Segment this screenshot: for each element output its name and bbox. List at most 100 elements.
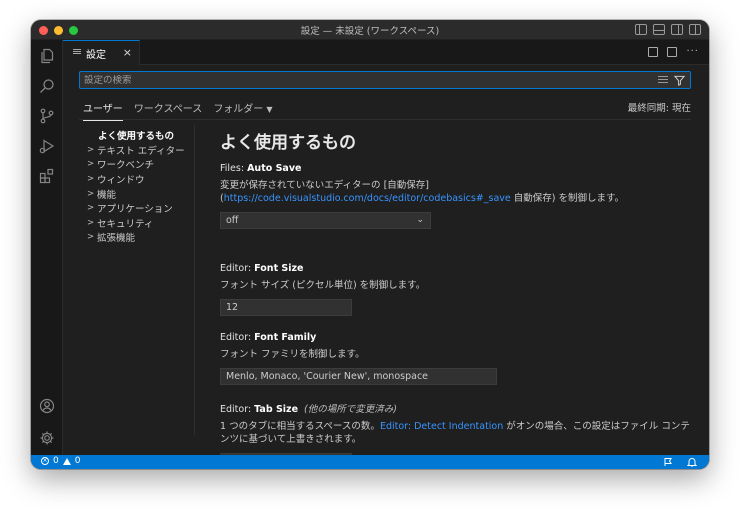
setting-name: Tab Size [254, 404, 299, 415]
error-icon: × [41, 457, 49, 465]
setting-category: Files: [220, 163, 248, 174]
sync-status: 最終同期: 現在 [627, 103, 691, 114]
feedback-icon[interactable] [663, 457, 673, 467]
setting-name: Auto Save [247, 163, 302, 174]
close-window-button[interactable] [39, 26, 48, 35]
minimize-window-button[interactable] [54, 26, 63, 35]
chevron-down-icon: ⌄ [416, 215, 424, 225]
warning-icon [62, 457, 71, 465]
settings-scope-tabs: ユーザー ワークスペース フォルダー ▼ [83, 100, 272, 121]
chevron-right-icon: > [87, 144, 95, 155]
chevron-right-icon: > [87, 188, 95, 199]
auto-save-docs-link[interactable]: https://code.visualstudio.com/docs/edito… [224, 193, 511, 204]
settings-file-icon [73, 49, 81, 57]
setting-title: Editor: Font Size [220, 263, 695, 274]
toc-item[interactable]: > テキスト エディター [87, 143, 197, 158]
font-family-input[interactable]: Menlo, Monaco, 'Courier New', monospace [220, 368, 497, 385]
auto-save-dropdown[interactable]: off ⌄ [220, 212, 431, 229]
customize-layout-icon[interactable] [689, 24, 701, 35]
run-debug-icon[interactable] [39, 138, 55, 154]
setting-name: Font Size [254, 263, 304, 274]
error-count: 0 [53, 456, 59, 466]
close-tab-icon[interactable]: × [123, 47, 132, 59]
font-size-input[interactable]: 12 [220, 299, 352, 316]
settings-search-input[interactable] [84, 74, 644, 86]
setting-auto-save: Files: Auto Save 変更が保存されていないエディターの [自動保存… [220, 163, 695, 229]
modified-elsewhere-indicator[interactable]: (他の場所で変更済み) [304, 404, 397, 415]
chevron-right-icon: > [87, 159, 95, 170]
tab-user[interactable]: ユーザー [83, 100, 123, 121]
toc-item-commonly-used[interactable]: よく使用するもの [87, 128, 197, 143]
setting-title: Editor: Font Family [220, 332, 695, 343]
problems-indicator[interactable]: × 0 0 [41, 456, 80, 466]
editor-actions: ··· [648, 47, 699, 57]
vscode-window: 設定 — 未設定 (ワークスペース) 設定 × ··· 設定の検索 ユーザー ワ… [31, 20, 709, 469]
split-editor-icon[interactable] [667, 47, 678, 57]
chevron-right-icon: > [87, 174, 95, 185]
window-controls [39, 26, 78, 35]
tab-label: 設定 [86, 49, 106, 61]
tab-workspace[interactable]: ワークスペース [134, 100, 203, 121]
toc-item-label: 機能 [97, 189, 117, 201]
toc-item-label: ワークベンチ [97, 160, 155, 172]
warning-count: 0 [74, 456, 81, 466]
tab-folder[interactable]: フォルダー ▼ [213, 100, 272, 121]
manage-gear-icon[interactable] [39, 430, 55, 446]
status-bar: × 0 0 [31, 455, 709, 469]
chevron-right-icon: > [87, 217, 95, 228]
setting-description: 1 つのタブに相当するスペースの数。Editor: Detect Indenta… [220, 420, 695, 446]
setting-title: Files: Auto Save [220, 163, 695, 174]
clear-filter-icon[interactable] [658, 76, 668, 84]
toc-item[interactable]: > アプリケーション [87, 201, 197, 216]
setting-description: フォント サイズ (ピクセル単位) を制御します。 [220, 280, 426, 291]
toc-item[interactable]: > ワークベンチ [87, 157, 197, 172]
window-title: 設定 — 未設定 (ワークスペース) [300, 25, 440, 37]
toc-item-label: セキュリティ [97, 218, 154, 230]
maximize-window-button[interactable] [69, 26, 78, 35]
search-icon[interactable] [39, 78, 55, 94]
toggle-secondary-sidebar-icon[interactable] [671, 24, 683, 35]
detect-indentation-link[interactable]: Editor: Detect Indentation [380, 421, 503, 432]
layout-controls [635, 24, 701, 35]
editor-tab-bar: 設定 × ··· [63, 40, 709, 65]
settings-toc: よく使用するもの > テキスト エディター > ワークベンチ > ウィンドウ > 機能 … [87, 128, 197, 245]
desc-text: 1 つのタブに相当するスペースの数。 [220, 421, 380, 432]
toc-item[interactable]: > 拡張機能 [87, 230, 197, 245]
dropdown-value: off [226, 215, 239, 226]
chevron-down-icon: ▼ [266, 105, 273, 114]
settings-list: よく使用するもの Files: Auto Save 変更が保存されていないエディ… [220, 125, 695, 469]
setting-title: Editor: Tab Size (他の場所で変更済み) [220, 401, 695, 415]
tab-settings[interactable]: 設定 × [63, 40, 140, 65]
activity-bar [31, 40, 63, 455]
accounts-icon[interactable] [39, 398, 55, 414]
open-settings-json-icon[interactable] [648, 47, 659, 57]
toc-item[interactable]: > 機能 [87, 186, 197, 201]
explorer-icon[interactable] [39, 48, 55, 64]
notifications-bell-icon[interactable] [687, 457, 697, 467]
setting-font-size: Editor: Font Size フォント サイズ (ピクセル単位) を制御し… [220, 263, 695, 316]
toggle-primary-sidebar-icon[interactable] [635, 24, 647, 35]
more-actions-icon[interactable]: ··· [686, 47, 699, 57]
toggle-panel-icon[interactable] [653, 24, 665, 35]
toc-item[interactable]: > セキュリティ [87, 216, 197, 231]
toc-item[interactable]: > ウィンドウ [87, 172, 197, 187]
filter-icon[interactable] [673, 75, 686, 89]
toc-item-label: テキスト エディター [97, 145, 185, 157]
toc-item-label: 拡張機能 [97, 233, 136, 245]
chevron-right-icon: > [87, 232, 95, 243]
source-control-icon[interactable] [39, 108, 55, 124]
setting-category: Editor: [220, 263, 255, 274]
toc-item-label: ウィンドウ [97, 175, 145, 187]
desc-text: 自動保存) を制御します。 [510, 193, 625, 204]
header-divider [79, 119, 691, 120]
setting-category: Editor: [220, 332, 255, 343]
toc-item-label: アプリケーション [97, 204, 173, 216]
setting-name: Font Family [254, 332, 317, 343]
chevron-right-icon: > [87, 203, 95, 214]
tab-folder-label: フォルダー [213, 104, 264, 115]
settings-search-box [79, 71, 691, 89]
title-bar: 設定 — 未設定 (ワークスペース) [31, 20, 709, 40]
setting-font-family: Editor: Font Family フォント ファミリを制御します。 Men… [220, 332, 695, 385]
status-right [663, 457, 697, 467]
extensions-icon[interactable] [39, 168, 55, 184]
